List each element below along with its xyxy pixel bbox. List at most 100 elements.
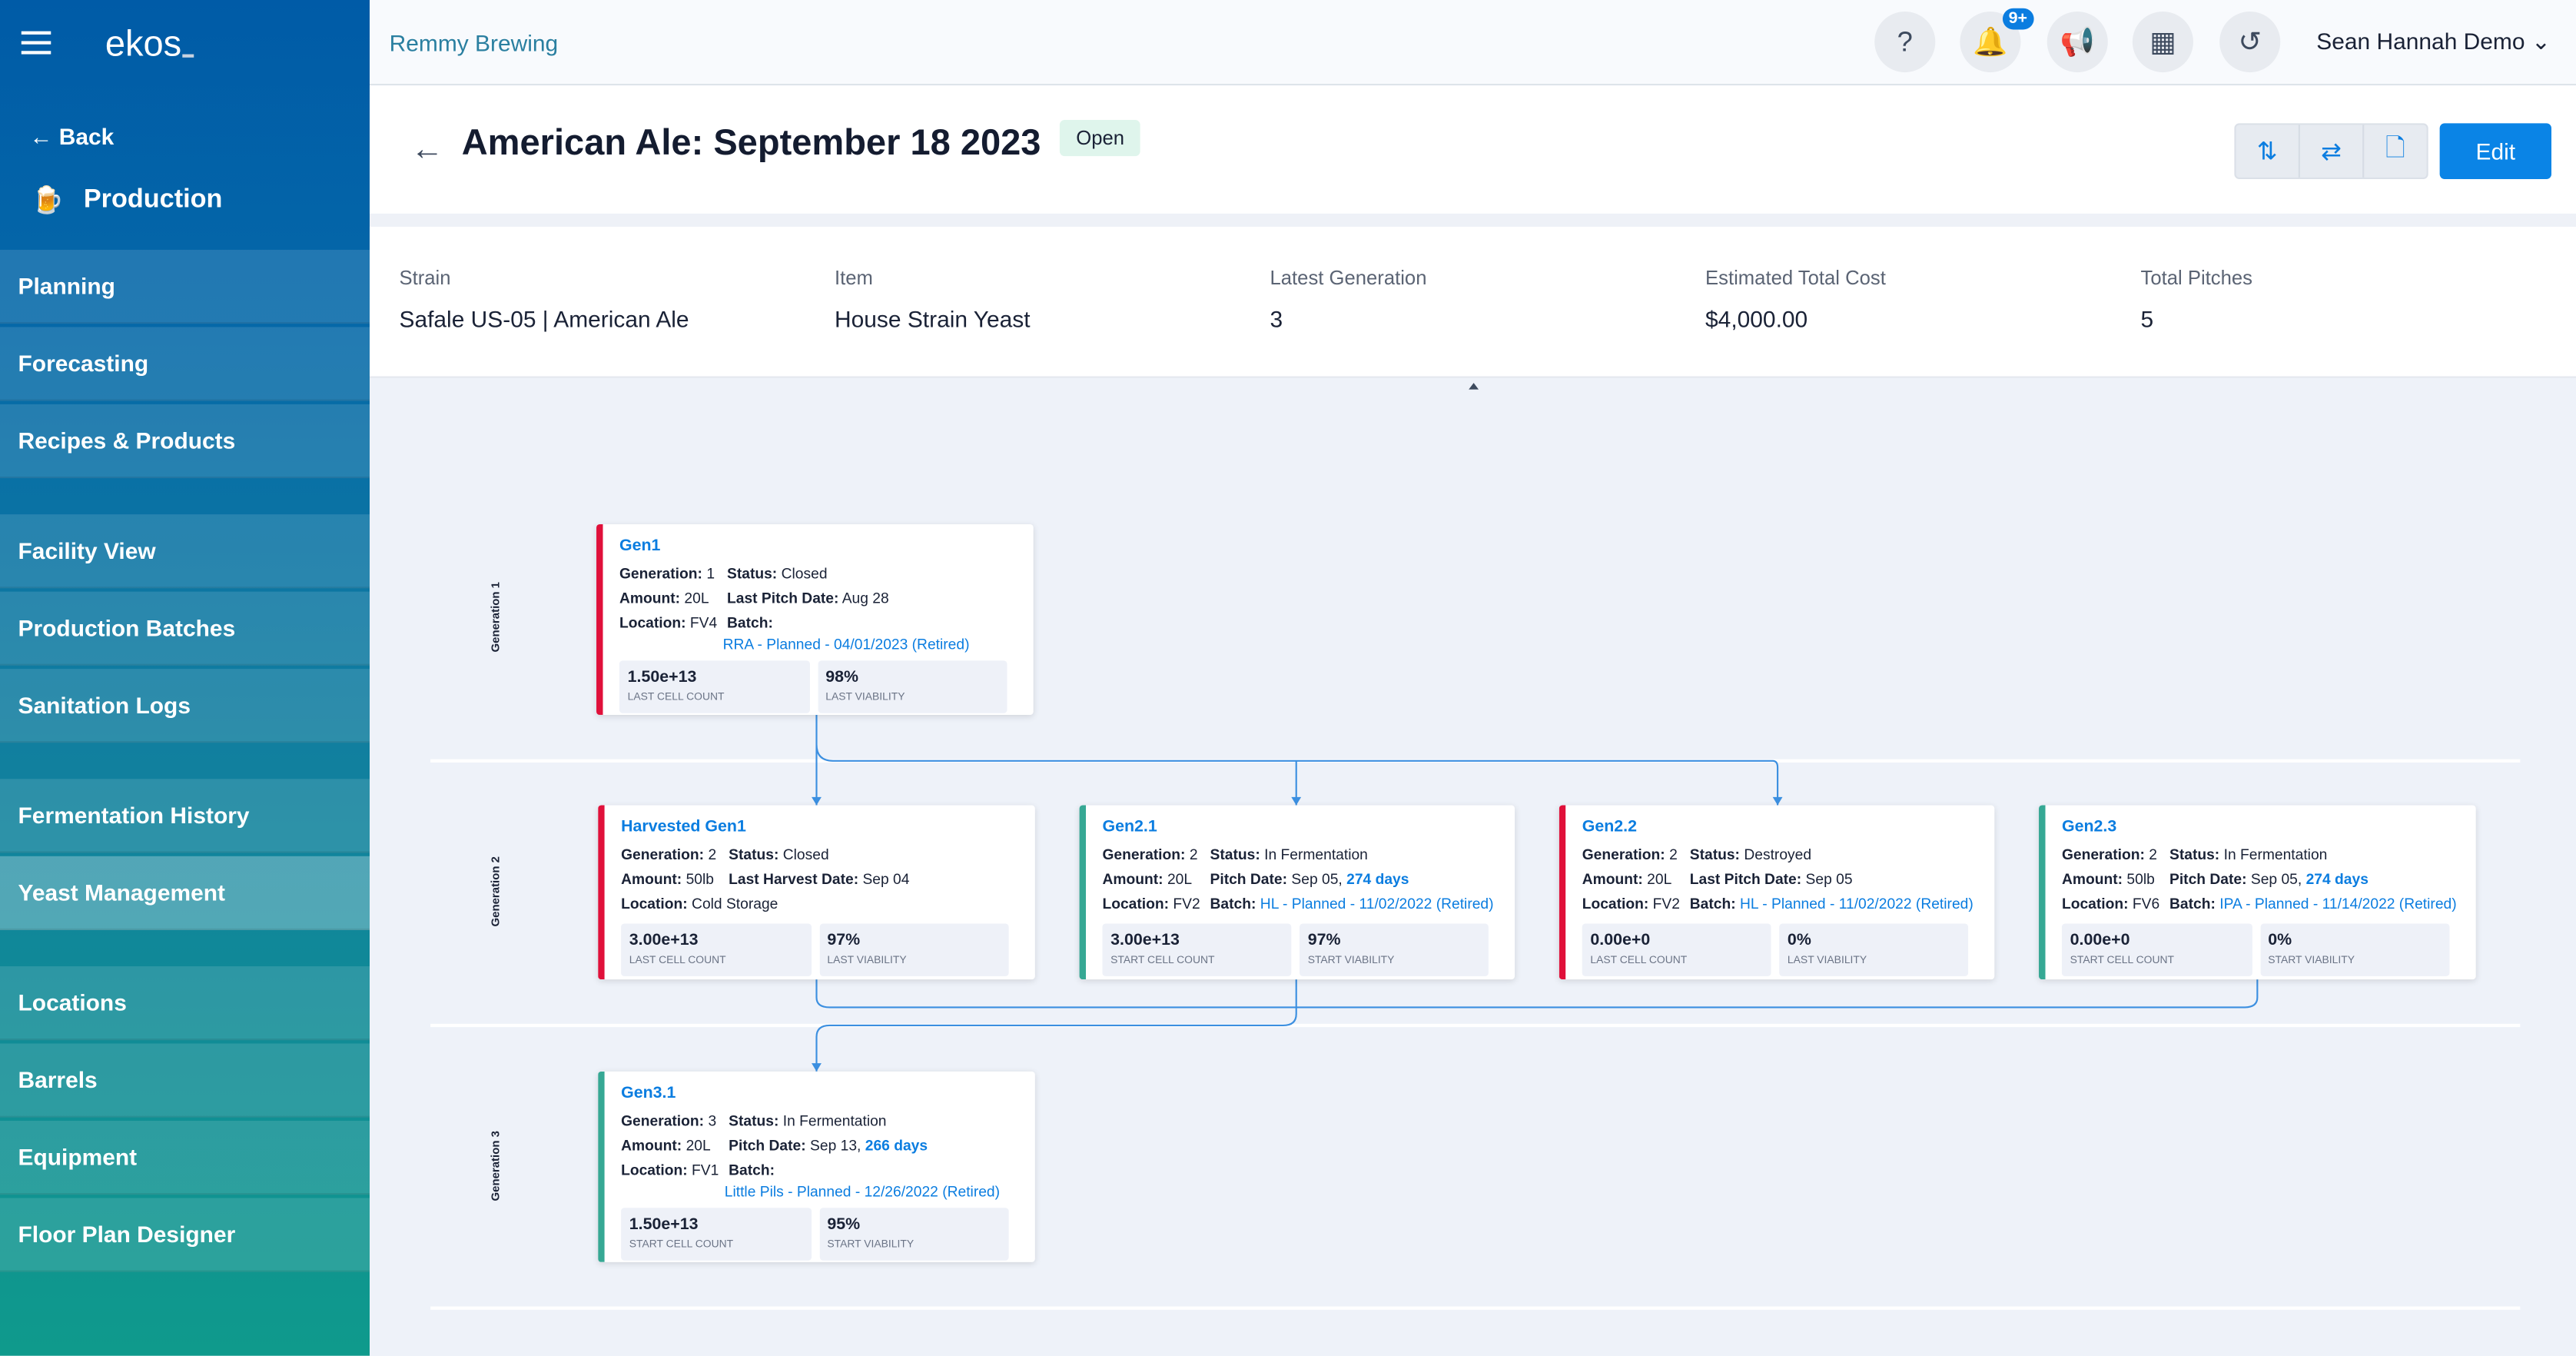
card-title[interactable]: Harvested Gen1 [621, 815, 1022, 839]
card-title[interactable]: Gen2.2 [1582, 815, 1981, 839]
field-value: In Fermentation [782, 1112, 887, 1129]
metric-value: 0% [2268, 932, 2292, 950]
field-value: Sep 13, [810, 1137, 861, 1154]
horizontal-layout-icon[interactable]: ⇄ [2300, 125, 2365, 178]
summary-panel: Strain Safale US-05 | American Ale Item Hou… [370, 227, 2576, 378]
field-label: Amount: [1102, 871, 1164, 888]
metric-box: 97% LAST VIABILITY [818, 923, 1009, 976]
brewery-name[interactable]: Remmy Brewing [390, 29, 559, 55]
field-value: Sep 05 [1805, 871, 1853, 888]
days-link[interactable]: 266 days [865, 1137, 928, 1153]
metric-value: 0% [1787, 932, 1811, 950]
yeast-generation-card[interactable]: Gen2.2 Generation: 2 Status: Destroyed Amo… [1559, 805, 1995, 980]
field-label: Strain [399, 266, 451, 290]
megaphone-icon[interactable]: 📢 [2047, 11, 2108, 73]
divider [370, 213, 2576, 228]
field-value: 3 [1270, 305, 1283, 332]
field-label: Pitch Date: [729, 1137, 806, 1154]
sidebar-item-planning[interactable]: Planning [0, 249, 370, 324]
card-title[interactable]: Gen2.3 [2062, 815, 2463, 839]
field-value: 20L [1647, 871, 1672, 888]
document-icon[interactable]: 🗋 [2364, 125, 2426, 177]
sidebar-item-forecasting[interactable]: Forecasting [0, 327, 370, 401]
card-row: Generation: 2 Status: In Fermentation [2062, 843, 2463, 868]
yeast-generation-card[interactable]: Gen2.3 Generation: 2 Status: In Fermentat… [2039, 805, 2476, 980]
batch-link[interactable]: Little Pils - Planned - 12/26/2022 (Reti… [725, 1183, 1000, 1199]
user-menu[interactable]: Sean Hannah Demo ⌄ [2316, 28, 2551, 55]
title-bar: ← American Ale: September 18 2023 Open ⇅… [370, 85, 2576, 214]
sidebar-item-barrels[interactable]: Barrels [0, 1043, 370, 1118]
yeast-generation-card[interactable]: Harvested Gen1 Generation: 2 Status: Clos… [598, 805, 1035, 980]
batch-link[interactable]: HL - Planned - 11/02/2022 (Retired) [1260, 896, 1494, 912]
metric-label: START CELL COUNT [2070, 955, 2175, 967]
sidebar-item-fermentation-history[interactable]: Fermentation History [0, 779, 370, 853]
metric-box: 95% START VIABILITY [818, 1208, 1009, 1261]
field-label: Amount: [621, 1137, 682, 1154]
ekos-logo[interactable]: ekos [105, 23, 196, 66]
batch-link[interactable]: HL - Planned - 11/02/2022 (Retired) [1740, 896, 1973, 912]
metric-box: 0.00e+0 START CELL COUNT [2061, 923, 2252, 976]
summary-field: Latest Generation 3 [1270, 266, 1427, 332]
metric-value: 98% [825, 669, 859, 687]
metric-value: 3.00e+13 [1110, 932, 1180, 950]
yeast-generation-card[interactable]: Gen3.1 Generation: 3 Status: In Fermentat… [598, 1071, 1035, 1262]
field-label: Batch: [727, 614, 773, 631]
metric-value: 1.50e+13 [629, 1215, 699, 1235]
card-title[interactable]: Gen2.1 [1102, 815, 1501, 839]
back-link[interactable]: ← Back [29, 123, 114, 149]
metric-label: START VIABILITY [2268, 955, 2355, 967]
sidebar-item-facility-view[interactable]: Facility View [0, 514, 370, 589]
card-row: Amount: 20L Pitch Date: Sep 13, 266 days [621, 1134, 1022, 1158]
metric-value: 95% [827, 1215, 861, 1235]
sidebar-item-sanitation-logs[interactable]: Sanitation Logs [0, 669, 370, 743]
field-value: FV1 [692, 1162, 719, 1178]
field-label: Batch: [2169, 896, 2216, 912]
days-link[interactable]: 274 days [2306, 871, 2369, 887]
field-value: Destroyed [1744, 846, 1812, 863]
sidebar-item-equipment[interactable]: Equipment [0, 1120, 370, 1195]
field-label: Location: [621, 1162, 688, 1178]
card-title[interactable]: Gen1 [619, 534, 1021, 559]
field-label: Generation: [621, 1112, 705, 1129]
field-label: Last Pitch Date: [727, 590, 839, 607]
field-label: Batch: [1689, 896, 1736, 912]
menu-icon[interactable] [21, 31, 51, 55]
sidebar-item-floor-plan-designer[interactable]: Floor Plan Designer [0, 1198, 370, 1272]
batch-link[interactable]: RRA - Planned - 04/01/2023 (Retired) [723, 636, 970, 652]
help-icon[interactable]: ? [1874, 11, 1936, 73]
field-value: In Fermentation [1264, 846, 1368, 863]
sidebar-item-production-batches[interactable]: Production Batches [0, 591, 370, 666]
collapse-caret-icon[interactable] [1469, 383, 1479, 390]
metric-box: 0.00e+0 LAST CELL COUNT [1582, 923, 1771, 976]
days-link[interactable]: 274 days [1346, 871, 1409, 887]
field-label: Status: [729, 846, 779, 863]
metrics: 0.00e+0 LAST CELL COUNT 0% LAST VIABILITY [1582, 923, 1969, 976]
field-label: Generation: [2061, 846, 2145, 863]
field-label: Amount: [2061, 871, 2123, 888]
yeast-generation-card[interactable]: Gen1 Generation: 1 Status: Closed Amount: … [596, 523, 1034, 715]
field-label: Pitch Date: [2169, 871, 2247, 888]
field-value: $4,000.00 [1705, 305, 1808, 332]
vertical-layout-icon[interactable]: ⇅ [2236, 125, 2300, 178]
sidebar-item-yeast-management[interactable]: Yeast Management [0, 856, 370, 930]
sidebar-item-locations[interactable]: Locations [0, 966, 370, 1041]
batch-link[interactable]: IPA - Planned - 11/14/2022 (Retired) [2219, 896, 2456, 912]
history-icon[interactable]: ↺ [2219, 11, 2281, 73]
edit-button[interactable]: Edit [2439, 123, 2552, 180]
back-arrow-icon[interactable]: ← [410, 131, 443, 169]
card-row: Amount: 20L Last Pitch Date: Aug 28 [619, 587, 1021, 611]
field-label: Last Harvest Date: [729, 871, 859, 888]
field-value: FV2 [1652, 896, 1680, 912]
field-value: 20L [1167, 871, 1193, 888]
notifications-bell-icon[interactable]: 🔔 9+ [1960, 8, 2034, 73]
card-row: Amount: 50lb Pitch Date: Sep 05, 274 day… [2062, 868, 2463, 892]
metric-label: LAST CELL COUNT [1590, 955, 1688, 967]
field-value: 2 [708, 846, 717, 863]
metric-box: 0% START VIABILITY [2259, 923, 2450, 976]
qr-code-icon[interactable]: ▦ [2132, 11, 2193, 73]
card-title[interactable]: Gen3.1 [621, 1082, 1022, 1106]
sidebar-item-recipes-products[interactable]: Recipes & Products [0, 404, 370, 479]
metric-value: 0.00e+0 [1590, 932, 1651, 950]
yeast-generation-card[interactable]: Gen2.1 Generation: 2 Status: In Fermentat… [1079, 805, 1515, 980]
field-label: Generation: [1582, 846, 1665, 863]
